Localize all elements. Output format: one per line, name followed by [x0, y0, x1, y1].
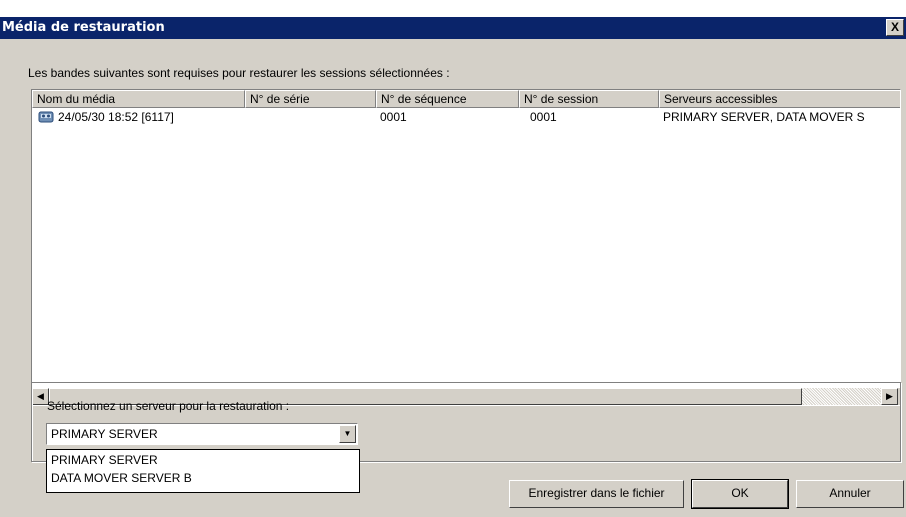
server-option[interactable]: PRIMARY SERVER [51, 452, 158, 468]
column-header-media-name[interactable]: Nom du média [32, 90, 245, 108]
cell-servers: PRIMARY SERVER, DATA MOVER S [663, 110, 865, 124]
server-option[interactable]: DATA MOVER SERVER B [51, 470, 192, 486]
column-header-serial[interactable]: N° de série [245, 90, 376, 108]
chevron-down-icon[interactable]: ▼ [339, 425, 356, 443]
window-title: Média de restauration [2, 20, 165, 35]
tape-media-icon [38, 110, 54, 124]
title-bar: Média de restauration X [0, 17, 906, 39]
column-header-sequence[interactable]: N° de séquence [376, 90, 519, 108]
list-header: Nom du média N° de série N° de séquence … [32, 90, 900, 108]
server-select-label: Sélectionnez un serveur pour la restaura… [47, 399, 290, 413]
cell-serial [249, 109, 374, 127]
cell-sequence: 0001 [380, 110, 407, 124]
intro-text: Les bandes suivantes sont requises pour … [28, 66, 450, 80]
server-select[interactable]: PRIMARY SERVER ▼ [46, 423, 358, 445]
server-dropdown-list[interactable]: PRIMARY SERVER DATA MOVER SERVER B [46, 449, 360, 493]
close-button[interactable]: X [886, 19, 904, 36]
table-row[interactable]: 24/05/30 18:52 [6117] 0001 0001 PRIMARY … [32, 109, 900, 127]
cancel-button[interactable]: Annuler [796, 480, 904, 508]
cell-media-name: 24/05/30 18:52 [6117] [58, 110, 174, 124]
save-to-file-button[interactable]: Enregistrer dans le fichier [509, 480, 684, 508]
dialog-body: Les bandes suivantes sont requises pour … [0, 39, 906, 517]
column-header-servers[interactable]: Serveurs accessibles [659, 90, 900, 108]
ok-button[interactable]: OK [691, 479, 789, 509]
cell-session: 0001 [530, 110, 557, 124]
column-header-session[interactable]: N° de session [519, 90, 659, 108]
media-list[interactable]: Nom du média N° de série N° de séquence … [31, 89, 901, 406]
server-select-value: PRIMARY SERVER [51, 427, 158, 441]
